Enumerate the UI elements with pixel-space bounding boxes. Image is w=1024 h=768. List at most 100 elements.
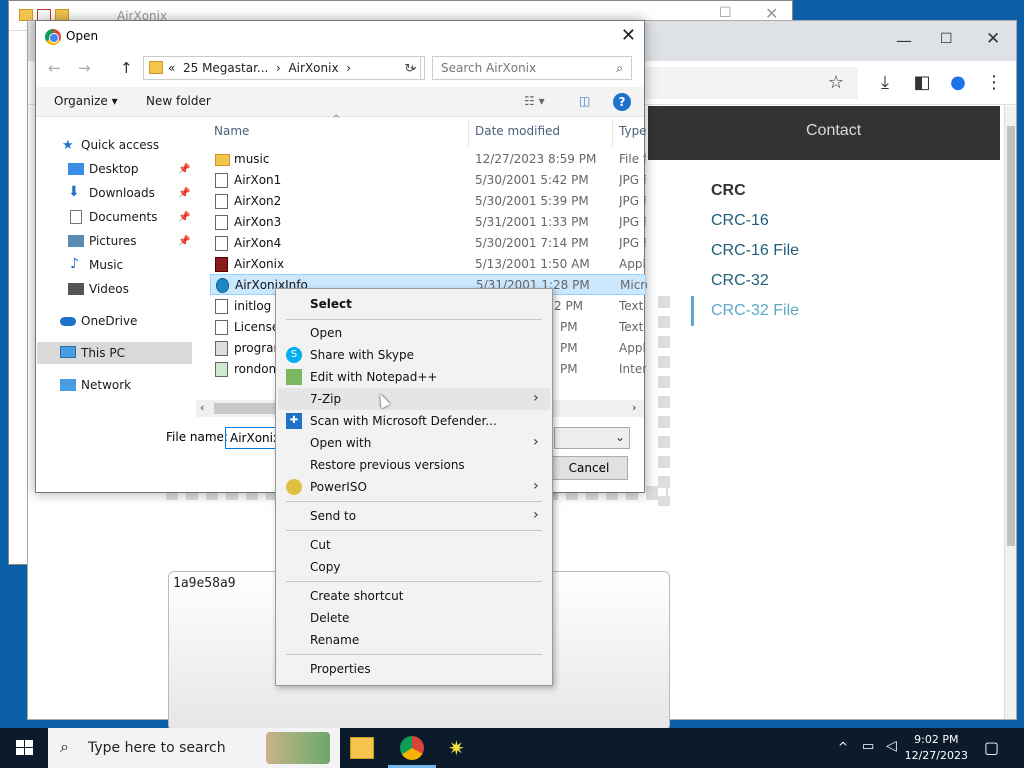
volume-icon[interactable]: ◁ [886,738,897,754]
menu-item-restore-versions[interactable]: Restore previous versions [310,458,465,472]
menu-item-poweriso[interactable]: PowerISO [310,480,367,494]
menu-item-7zip[interactable]: 7-Zip [310,392,341,406]
menu-item-open[interactable]: Open [310,326,342,340]
menu-item-create-shortcut[interactable]: Create shortcut [310,589,403,603]
nav-network[interactable]: Network [81,378,131,392]
menu-item-send-to[interactable]: Send to [310,509,356,523]
poweriso-icon [286,479,302,495]
close-icon[interactable]: ✕ [986,29,1000,49]
preview-pane-icon[interactable]: ◫ [579,94,590,108]
breadcrumb-separator[interactable]: › [276,61,281,75]
nav-desktop[interactable]: Desktop [89,162,139,176]
refresh-icon[interactable]: ↻ [399,56,421,80]
crc16-file-link[interactable]: CRC-16 File [691,236,799,266]
file-row[interactable]: AirXon3 5/31/2001 1:33 PM JPG F [210,212,646,233]
pin-icon[interactable]: 📌 [178,188,190,199]
taskbar-clock[interactable]: 9:02 PM 12/27/2023 [905,732,968,764]
chevron-up-icon[interactable]: ^ [838,740,848,754]
nav-quick-access[interactable]: Quick access [81,138,159,152]
search-input[interactable]: Search AirXonix [441,61,536,75]
pin-icon[interactable]: 📌 [178,236,190,247]
file-type: JPG F [619,236,646,250]
maximize-icon[interactable]: ☐ [940,31,953,47]
menu-item-rename[interactable]: Rename [310,633,359,647]
up-arrow-icon[interactable]: ↑ [120,59,133,77]
cancel-button[interactable]: Cancel [550,456,628,480]
airxonix-taskbar-icon[interactable]: ✷ [448,736,465,760]
new-folder-button[interactable]: New folder [146,94,211,108]
forward-arrow-icon[interactable]: → [78,59,91,77]
windows-start-icon[interactable] [16,740,34,756]
file-row[interactable]: music 12/27/2023 8:59 PM File f [210,149,646,170]
menu-item-select[interactable]: Select [310,297,352,311]
nav-music[interactable]: Music [89,258,123,272]
pin-icon[interactable]: 📌 [178,212,190,223]
pin-icon[interactable]: 📌 [178,164,190,175]
nav-contact-link[interactable]: Contact [806,122,861,140]
crc32-file-link[interactable]: CRC-32 File [691,296,799,326]
column-name[interactable]: Name [214,124,249,138]
breadcrumb-part[interactable]: AirXonix [288,61,338,75]
menu-item-cut[interactable]: Cut [310,538,331,552]
menu-item-scan-defender[interactable]: Scan with Microsoft Defender... [310,414,497,428]
page-scrollbar[interactable] [1004,106,1016,719]
menu-item-copy[interactable]: Copy [310,560,340,574]
download-icon[interactable]: ⤓ [873,71,897,95]
file-explorer-icon[interactable] [350,737,374,759]
menu-item-edit-notepadpp[interactable]: Edit with Notepad++ [310,370,437,384]
column-date-modified[interactable]: Date modified [475,124,560,138]
profile-icon[interactable]: ● [946,71,970,95]
crc-link[interactable]: CRC [691,176,799,206]
scroll-left-icon[interactable]: ‹ [200,401,204,414]
file-row[interactable]: AirXonix 5/13/2001 1:50 AM Appli [210,254,646,275]
column-divider[interactable] [468,119,469,147]
file-row[interactable]: AirXon1 5/30/2001 5:42 PM JPG F [210,170,646,191]
column-type[interactable]: Type [619,124,647,138]
menu-icon[interactable]: ⋮ [982,71,1006,95]
nav-documents[interactable]: Documents [89,210,157,224]
nav-this-pc[interactable]: This PC [81,346,125,360]
minimize-icon[interactable]: — [896,31,912,50]
computer-icon [60,346,76,358]
menu-item-open-with[interactable]: Open with [310,436,371,450]
taskbar-search-input[interactable]: Type here to search [88,740,226,756]
address-breadcrumb[interactable]: « 25 Megastar... › AirXonix › ⌄ [143,56,425,80]
taskbar-search-box[interactable]: ⌕ Type here to search [48,728,340,768]
folder-icon [149,61,163,74]
crc16-link[interactable]: CRC-16 [691,206,799,236]
menu-item-share-skype[interactable]: Share with Skype [310,348,414,362]
file-type-select[interactable]: ⌄ [554,427,630,449]
nav-videos[interactable]: Videos [89,282,129,296]
scroll-right-icon[interactable]: › [632,401,636,414]
menu-item-properties[interactable]: Properties [310,662,371,676]
column-divider[interactable] [612,119,613,147]
search-box[interactable]: Search AirXonix ⌕ [432,56,632,80]
side-panel-icon[interactable]: ◧ [910,71,934,95]
scrollbar-thumb[interactable] [1007,126,1015,546]
file-row[interactable]: AirXon2 5/30/2001 5:39 PM JPG F [210,191,646,212]
breadcrumb-separator[interactable]: › [346,61,351,75]
file-name: initlog [234,299,272,313]
maximize-icon[interactable]: ☐ [719,5,732,21]
help-icon[interactable]: ? [613,93,631,111]
nav-onedrive[interactable]: OneDrive [81,314,137,328]
search-icon[interactable]: ⌕ [616,61,623,76]
nav-pictures[interactable]: Pictures [89,234,137,248]
address-bar[interactable] [608,67,858,99]
view-options-icon[interactable]: ☷ ▾ [524,94,545,108]
crc32-link[interactable]: CRC-32 [691,266,799,296]
back-arrow-icon[interactable]: ← [48,59,61,77]
close-icon[interactable]: ✕ [621,25,636,46]
chrome-taskbar-icon[interactable] [400,736,424,760]
notepad-plus-plus-icon [286,369,302,385]
notification-icon[interactable]: ▢ [984,738,999,757]
breadcrumb-part[interactable]: 25 Megastar... [183,61,268,75]
organize-button[interactable]: Organize ▾ [54,94,118,108]
bookmark-star-icon[interactable]: ☆ [824,71,848,95]
nav-downloads[interactable]: Downloads [89,186,155,200]
network-icon[interactable]: ▭ [862,739,874,754]
edge-icon [216,278,229,293]
chevron-down-icon[interactable]: ⌄ [615,430,625,444]
file-row[interactable]: AirXon4 5/30/2001 7:14 PM JPG F [210,233,646,254]
menu-item-delete[interactable]: Delete [310,611,349,625]
